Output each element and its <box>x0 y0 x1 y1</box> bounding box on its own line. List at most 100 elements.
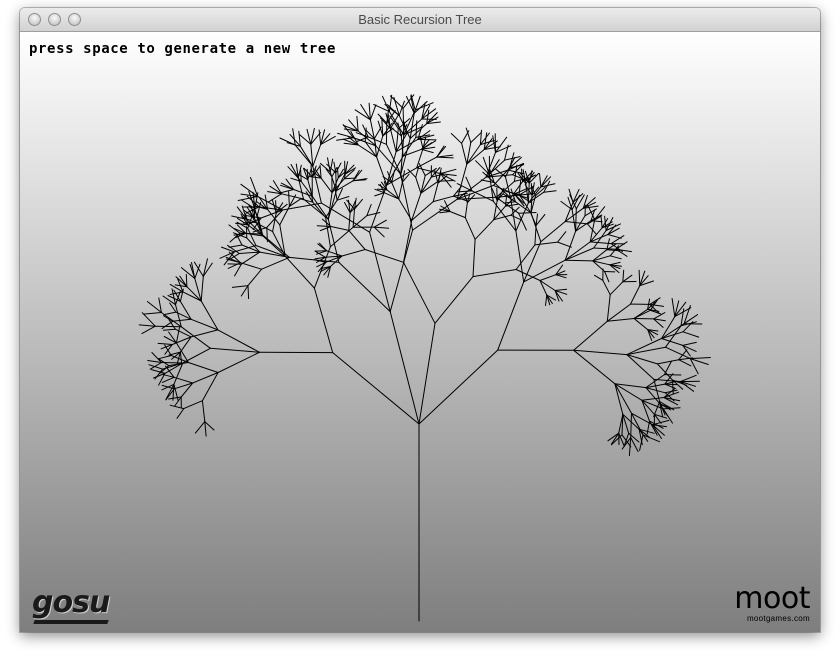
tree-branch <box>307 168 312 181</box>
tree-branch <box>256 201 262 216</box>
tree-branch <box>234 263 242 277</box>
tree-branch <box>141 325 156 335</box>
tree-branch <box>193 261 204 277</box>
tree-branch <box>584 208 597 217</box>
tree-branch <box>327 192 333 220</box>
tree-branch <box>240 251 261 265</box>
tree-branch <box>369 231 391 313</box>
tree-branch <box>432 195 454 203</box>
tree-branch <box>630 437 639 452</box>
tree-branch <box>633 308 649 319</box>
tree-branch <box>471 190 494 202</box>
tree-branch <box>356 115 359 132</box>
tree-branch <box>439 211 451 214</box>
tree-branch <box>432 182 439 203</box>
tree-branch <box>573 320 608 351</box>
tree-branch <box>316 225 332 227</box>
tree-branch <box>602 279 611 296</box>
tree-branch <box>343 177 357 180</box>
tree-branch <box>439 168 457 175</box>
tree-branch <box>680 381 695 392</box>
recursion-tree <box>138 94 711 622</box>
tree-branch <box>515 230 525 283</box>
tree-branch <box>661 338 684 346</box>
tree-branch <box>678 359 692 367</box>
tree-branch <box>545 294 548 306</box>
tree-branch <box>573 349 628 356</box>
tree-branch <box>436 145 445 158</box>
tree-branch <box>534 241 559 246</box>
tree-branch <box>421 148 434 154</box>
tree-branch <box>389 311 420 425</box>
tree-branch <box>630 412 632 439</box>
tree-branch <box>266 227 268 243</box>
tree-branch <box>461 142 468 165</box>
tree-branch <box>373 126 382 140</box>
tree-branch <box>190 329 219 338</box>
tree-branch <box>162 315 174 322</box>
tree-branch <box>623 432 630 448</box>
tree-branch <box>470 132 482 143</box>
tree-branch <box>364 249 404 263</box>
tree-branch <box>437 180 454 182</box>
game-canvas[interactable]: press space to generate a new tree gosu … <box>20 32 820 632</box>
tree-branch <box>176 408 185 419</box>
tree-branch <box>327 190 337 220</box>
tree-branch <box>281 193 304 200</box>
tree-branch <box>564 259 594 262</box>
tree-branch <box>539 274 557 281</box>
tree-branch <box>614 383 632 414</box>
tree-branch <box>341 249 366 257</box>
tree-branch <box>680 374 697 383</box>
moot-logo-name: moot <box>734 581 810 616</box>
tree-branch <box>317 243 328 252</box>
tree-branch <box>398 198 413 221</box>
tree-branch <box>656 359 680 365</box>
title-bar[interactable]: Basic Recursion Tree <box>20 8 820 32</box>
tree-branch <box>418 322 436 425</box>
tree-branch <box>472 238 476 278</box>
tree-branch <box>639 434 644 451</box>
tree-branch <box>326 250 343 257</box>
tree-branch <box>185 273 188 288</box>
tree-branch <box>228 244 243 248</box>
tree-branch <box>436 154 454 158</box>
tree-branch <box>464 202 468 219</box>
tree-branch <box>376 156 388 186</box>
tree-branch <box>373 219 387 228</box>
tree-branch <box>279 137 296 146</box>
tree-branch <box>572 188 580 203</box>
tree-branch <box>398 181 403 200</box>
tree-branch <box>163 311 177 316</box>
tree-branch <box>190 318 219 331</box>
tree-branch <box>157 342 173 345</box>
tree-branch <box>332 352 420 425</box>
tree-branch <box>465 127 472 143</box>
tree-branch <box>261 256 290 270</box>
tree-branch <box>633 318 649 331</box>
tree-branch <box>609 261 621 266</box>
tree-branch <box>417 138 437 141</box>
tree-branch <box>472 269 517 278</box>
tree-branch <box>168 396 182 400</box>
tree-branch <box>403 219 413 263</box>
tree-branch <box>192 372 219 384</box>
tree-branch <box>348 212 351 231</box>
tree-branch <box>238 251 261 254</box>
tree-branch <box>628 437 632 457</box>
tree-branch <box>292 128 296 146</box>
tree-branch <box>682 341 697 346</box>
tree-branch <box>272 180 282 195</box>
tree-branch <box>247 268 263 287</box>
tree-branch <box>510 214 521 221</box>
tree-branch <box>288 191 290 207</box>
tree-branch <box>300 169 302 182</box>
tree-branch <box>194 421 206 434</box>
tree-branch <box>682 331 700 338</box>
tree-branch <box>594 274 604 281</box>
tree-branch <box>319 226 332 232</box>
tree-branch <box>415 176 422 194</box>
tree-branch <box>622 269 625 283</box>
tree-branch <box>352 169 360 182</box>
tree-branch <box>464 217 476 240</box>
